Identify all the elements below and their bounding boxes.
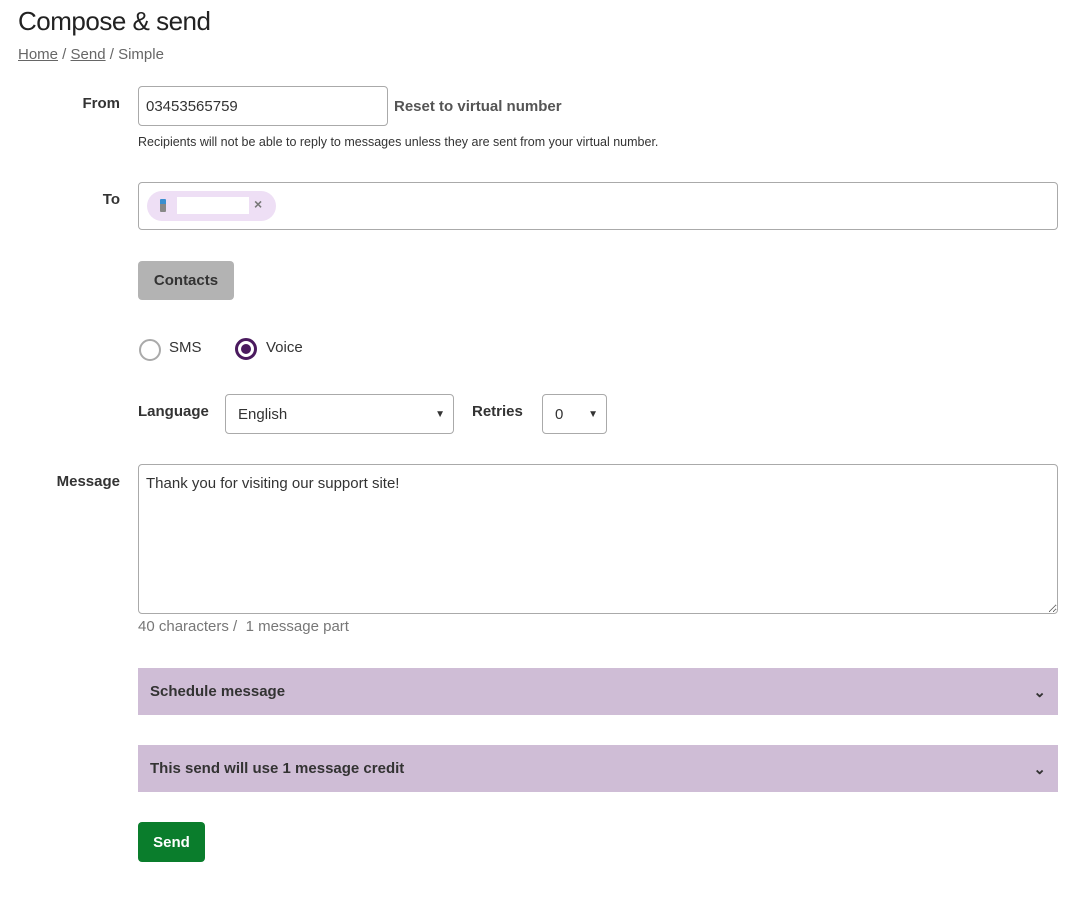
send-button[interactable]: Send bbox=[138, 822, 205, 862]
breadcrumb: Home / Send / Simple bbox=[18, 46, 164, 63]
from-input[interactable] bbox=[138, 86, 388, 126]
mobile-phone-icon bbox=[160, 199, 166, 212]
from-help-text: Recipients will not be able to reply to … bbox=[138, 135, 659, 149]
sms-radio-label: SMS bbox=[169, 339, 202, 356]
remove-recipient-icon[interactable]: × bbox=[254, 196, 262, 212]
page-title: Compose & send bbox=[18, 6, 211, 36]
message-parts: 1 message part bbox=[245, 618, 349, 635]
contacts-button[interactable]: Contacts bbox=[138, 261, 234, 300]
voice-radio-label: Voice bbox=[266, 339, 303, 356]
retries-select[interactable]: 0 ▼ bbox=[542, 394, 607, 434]
retries-value: 0 bbox=[555, 405, 564, 423]
chevron-down-icon: ⌄ bbox=[1033, 760, 1046, 778]
character-count: 40 characters / bbox=[138, 618, 238, 635]
recipient-chip: × bbox=[147, 191, 276, 221]
message-textarea[interactable]: Thank you for visiting our support site! bbox=[138, 464, 1058, 614]
to-input[interactable] bbox=[138, 182, 1058, 230]
voice-radio[interactable] bbox=[235, 338, 257, 360]
language-value: English bbox=[238, 405, 288, 423]
breadcrumb-current: Simple bbox=[118, 46, 164, 63]
message-counter: 40 characters / 1 message part bbox=[138, 618, 349, 635]
chevron-down-icon: ▼ bbox=[435, 408, 445, 420]
schedule-message-accordion[interactable]: Schedule message ⌄ bbox=[138, 668, 1058, 715]
breadcrumb-send[interactable]: Send bbox=[71, 46, 106, 63]
message-credit-accordion[interactable]: This send will use 1 message credit ⌄ bbox=[138, 745, 1058, 792]
retries-label: Retries bbox=[472, 403, 523, 420]
reset-virtual-number-link[interactable]: Reset to virtual number bbox=[394, 98, 562, 115]
message-credit-label: This send will use 1 message credit bbox=[150, 760, 405, 777]
chevron-down-icon: ▼ bbox=[588, 408, 598, 420]
chevron-down-icon: ⌄ bbox=[1033, 683, 1046, 701]
message-label: Message bbox=[56, 473, 120, 490]
sms-radio[interactable] bbox=[139, 339, 161, 361]
language-select[interactable]: English ▼ bbox=[225, 394, 454, 434]
to-label: To bbox=[102, 191, 120, 208]
schedule-message-label: Schedule message bbox=[150, 683, 286, 700]
breadcrumb-home[interactable]: Home bbox=[18, 46, 58, 63]
redacted-recipient bbox=[177, 197, 249, 214]
language-label: Language bbox=[138, 403, 209, 420]
from-label: From bbox=[82, 95, 121, 112]
